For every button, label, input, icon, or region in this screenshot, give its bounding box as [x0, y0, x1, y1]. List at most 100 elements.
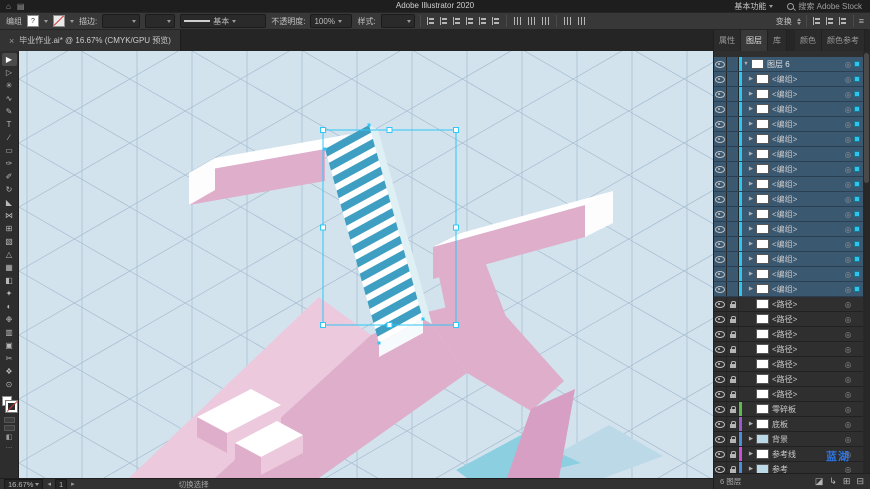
transform-label[interactable]: 变换 — [776, 16, 792, 27]
panel-tab-库[interactable]: 库 — [768, 30, 787, 51]
visibility-toggle-icon[interactable] — [714, 162, 727, 176]
align-to-artboard-icon[interactable] — [576, 16, 587, 26]
lock-cell[interactable] — [727, 177, 739, 191]
visibility-toggle-icon[interactable] — [714, 237, 727, 251]
visibility-toggle-icon[interactable] — [714, 147, 727, 161]
more-tools-icon[interactable]: … — [6, 443, 13, 450]
type-tool[interactable]: T — [2, 118, 17, 131]
align-left-icon[interactable] — [426, 16, 436, 26]
path-row[interactable]: <路径> ◎ — [714, 297, 863, 312]
visibility-toggle-icon[interactable] — [714, 372, 727, 386]
pen-tool[interactable]: ✎ — [2, 105, 17, 118]
style-select[interactable] — [380, 14, 415, 28]
magic-wand-tool[interactable]: ✳ — [2, 79, 17, 92]
lock-icon[interactable] — [727, 447, 739, 461]
handle-top-center[interactable] — [386, 127, 393, 133]
panel-tab-颜色[interactable]: 颜色 — [795, 30, 822, 51]
artboard-tool[interactable]: ▣ — [2, 339, 17, 352]
visibility-toggle-icon[interactable] — [714, 222, 727, 236]
fill-caret-icon[interactable] — [44, 19, 48, 23]
lock-icon[interactable] — [727, 357, 739, 371]
visibility-toggle-icon[interactable] — [714, 357, 727, 371]
lock-cell[interactable] — [727, 87, 739, 101]
target-icon[interactable]: ◎ — [842, 375, 854, 384]
draw-normal-mode-icon[interactable] — [3, 417, 15, 423]
brush-select[interactable]: 基本 — [180, 14, 267, 28]
free-transform-tool[interactable]: ⊞ — [2, 222, 17, 235]
expand-arrow-icon[interactable]: ▶ — [747, 181, 755, 187]
target-icon[interactable]: ◎ — [842, 330, 854, 339]
target-icon[interactable]: ◎ — [842, 315, 854, 324]
hand-tool[interactable]: ❖ — [2, 365, 17, 378]
next-artboard-icon[interactable]: ▸ — [71, 480, 75, 488]
path-row[interactable]: <路径> ◎ — [714, 312, 863, 327]
target-icon[interactable]: ◎ — [842, 165, 854, 174]
layer-header-row[interactable]: ▼ 图层 6 ◎ — [714, 57, 863, 72]
group-row[interactable]: ▶ <编组> ◎ — [714, 162, 863, 177]
width-tool[interactable]: ⋈ — [2, 209, 17, 222]
expand-arrow-icon[interactable]: ▶ — [747, 286, 755, 292]
shape-mode-icon[interactable] — [812, 16, 822, 26]
lock-cell[interactable] — [727, 162, 739, 176]
panel-tab-属性[interactable]: 属性 — [714, 30, 741, 51]
expand-arrow-icon[interactable]: ▶ — [747, 436, 755, 442]
visibility-toggle-icon[interactable] — [714, 87, 727, 101]
symbol-sprayer-tool[interactable]: ❉ — [2, 313, 17, 326]
visibility-toggle-icon[interactable] — [714, 252, 727, 266]
group-row[interactable]: ▶ <编组> ◎ — [714, 177, 863, 192]
visibility-toggle-icon[interactable] — [714, 117, 727, 131]
target-icon[interactable]: ◎ — [842, 225, 854, 234]
arrange-icon[interactable] — [838, 16, 848, 26]
expand-arrow-icon[interactable]: ▶ — [747, 136, 755, 142]
path-row[interactable]: <路径> ◎ — [714, 357, 863, 372]
visibility-toggle-icon[interactable] — [714, 387, 727, 401]
new-layer-button[interactable]: ⊞ — [843, 476, 851, 487]
target-icon[interactable]: ◎ — [842, 255, 854, 264]
distribute-right-icon[interactable] — [540, 16, 551, 26]
target-icon[interactable]: ◎ — [842, 210, 854, 219]
artboard-number-field[interactable]: 1 — [54, 478, 68, 489]
target-icon[interactable]: ◎ — [842, 270, 854, 279]
visibility-toggle-icon[interactable] — [714, 282, 727, 296]
target-icon[interactable]: ◎ — [842, 105, 854, 114]
handle-bottom-left[interactable] — [320, 322, 326, 328]
selection-tool[interactable]: ▶ — [1, 53, 17, 66]
target-icon[interactable]: ◎ — [842, 360, 854, 369]
panel-scrollbar[interactable] — [863, 51, 870, 473]
expand-arrow-icon[interactable]: ▶ — [747, 421, 755, 427]
lock-icon[interactable] — [727, 312, 739, 326]
lock-cell[interactable] — [727, 252, 739, 266]
blend-tool[interactable]: ◐ — [2, 300, 17, 313]
target-icon[interactable]: ◎ — [842, 300, 854, 309]
scrollbar-thumb[interactable] — [864, 53, 869, 183]
stroke-swatch[interactable] — [53, 15, 65, 27]
lock-cell[interactable] — [727, 102, 739, 116]
paintbrush-tool[interactable]: ✑ — [2, 157, 17, 170]
lock-cell[interactable] — [727, 267, 739, 281]
panel-menu-icon[interactable]: ≡ — [859, 16, 864, 26]
visibility-toggle-icon[interactable] — [714, 192, 727, 206]
lock-icon[interactable] — [727, 432, 739, 446]
target-icon[interactable]: ◎ — [842, 135, 854, 144]
stroke-caret-icon[interactable] — [70, 19, 74, 23]
target-icon[interactable]: ◎ — [842, 420, 854, 429]
panel-tab-图层[interactable]: 图层 — [741, 30, 768, 51]
expand-arrow-icon[interactable]: ▶ — [747, 466, 755, 472]
path-row[interactable]: <路径> ◎ — [714, 387, 863, 402]
visibility-toggle-icon[interactable] — [714, 447, 727, 461]
lock-cell[interactable] — [727, 117, 739, 131]
expand-arrow-icon[interactable]: ▶ — [747, 151, 755, 157]
visibility-toggle-icon[interactable] — [714, 132, 727, 146]
expand-arrow-icon[interactable]: ▶ — [747, 76, 755, 82]
lock-icon[interactable] — [727, 372, 739, 386]
expand-arrow-icon[interactable]: ▶ — [747, 226, 755, 232]
expand-arrow-icon[interactable]: ▶ — [747, 196, 755, 202]
slice-tool[interactable]: ✂ — [2, 352, 17, 365]
scale-tool[interactable]: ◣ — [2, 196, 17, 209]
lock-cell[interactable] — [727, 57, 739, 71]
group-row[interactable]: ▶ <编组> ◎ — [714, 72, 863, 87]
group-row[interactable]: ▶ <编组> ◎ — [714, 192, 863, 207]
visibility-toggle-icon[interactable] — [714, 342, 727, 356]
panel-tab-颜色参考[interactable]: 颜色参考 — [822, 30, 865, 51]
fill-swatch[interactable]: ? — [27, 15, 39, 27]
